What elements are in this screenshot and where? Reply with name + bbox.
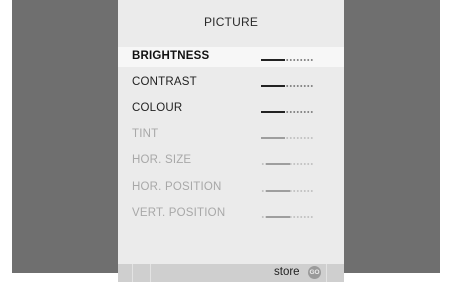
hor-size-level-bar [261, 163, 313, 165]
menu-item-brightness[interactable]: BRIGHTNESS [118, 47, 344, 67]
picture-menu: PICTURE BRIGHTNESS CONTRAST COLOUR TINT … [118, 0, 344, 282]
menu-item-label: HOR. SIZE [132, 154, 192, 166]
level-fill [261, 137, 285, 139]
menu-title: PICTURE [203, 15, 259, 29]
colour-level-bar[interactable] [261, 111, 313, 113]
hor-position-level-bar [261, 190, 313, 192]
right-side-panel [344, 0, 440, 273]
go-icon[interactable]: GO [308, 266, 321, 279]
brightness-level-bar[interactable] [261, 59, 313, 61]
level-fill [261, 111, 285, 113]
bottom-bar-divider [150, 264, 151, 282]
menu-item-contrast[interactable]: CONTRAST [118, 73, 344, 93]
menu-item-label: VERT. POSITION [132, 207, 226, 219]
level-fill [266, 163, 290, 165]
store-label[interactable]: store [274, 266, 300, 278]
menu-item-hor-position: HOR. POSITION [118, 178, 344, 198]
vert-position-level-bar [261, 216, 313, 218]
level-fill [261, 59, 285, 61]
level-fill [261, 85, 285, 87]
menu-item-label: CONTRAST [132, 76, 197, 88]
menu-item-label: TINT [132, 128, 159, 140]
menu-item-label: HOR. POSITION [132, 181, 222, 193]
bottom-bar-divider [132, 264, 133, 282]
menu-item-label: BRIGHTNESS [132, 50, 210, 62]
menu-item-hor-size: HOR. SIZE [118, 151, 344, 171]
bottom-bar-divider [326, 264, 327, 282]
menu-item-label: COLOUR [132, 102, 183, 114]
left-side-panel [12, 0, 118, 273]
level-fill [266, 216, 290, 218]
bottom-bar: store GO [118, 264, 344, 282]
menu-item-tint: TINT [118, 125, 344, 145]
contrast-level-bar[interactable] [261, 85, 313, 87]
menu-item-colour[interactable]: COLOUR [118, 99, 344, 119]
menu-item-vert-position: VERT. POSITION [118, 204, 344, 224]
tint-level-bar [261, 137, 313, 139]
level-fill [266, 190, 290, 192]
